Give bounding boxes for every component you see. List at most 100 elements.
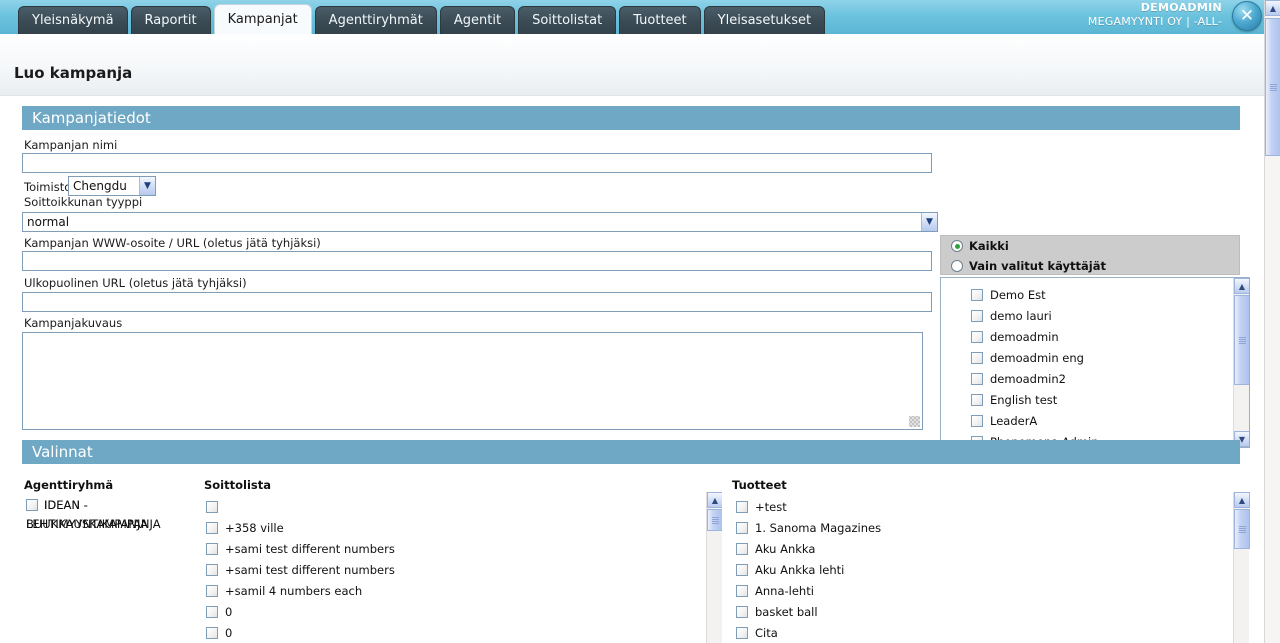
user-item[interactable]: English test [971, 389, 1099, 410]
office-select[interactable]: Chengdu ▼ [68, 176, 156, 196]
checkbox-icon[interactable] [736, 584, 748, 597]
checkbox-icon[interactable] [736, 500, 748, 513]
main-tab-bar: Yleisnäkymä Raportit Kampanjat Agenttiryhmä… [18, 4, 826, 34]
checkbox-icon[interactable] [206, 563, 218, 576]
checkbox-icon[interactable] [736, 542, 748, 555]
checkbox-icon[interactable] [206, 521, 218, 534]
checkbox-icon[interactable] [971, 351, 983, 364]
call-list-checkbox-list[interactable]: +358 ville +sami test different numbers +s… [200, 492, 722, 643]
chevron-down-icon: ▼ [139, 177, 155, 195]
resize-grip-icon[interactable] [909, 416, 920, 427]
tab-yleisasetukset[interactable]: Yleisasetukset [703, 6, 826, 34]
checkbox-icon[interactable] [26, 499, 38, 511]
checkbox-icon[interactable] [971, 414, 983, 427]
radio-all-icon [951, 240, 963, 252]
product-item[interactable]: Cita [736, 622, 881, 643]
user-name: DEMOADMIN [1140, 1, 1222, 14]
products-checkbox-list[interactable]: +test 1. Sanoma Magazines Aku Ankka Aku Ank… [728, 492, 1250, 643]
radio-selected-users-icon [951, 260, 963, 272]
call-list-column-header: Soittolista [204, 478, 272, 492]
checkbox-icon[interactable] [206, 626, 218, 639]
tab-agentit[interactable]: Agentit [439, 6, 516, 34]
user-item[interactable]: demo lauri [971, 305, 1099, 326]
campaign-description-label: Kampanjakuvaus [24, 316, 123, 330]
scrollbar-thumb[interactable] [707, 509, 722, 531]
page-content: Kampanjatiedot Kampanjan nimi Toimisto C… [0, 96, 1262, 643]
campaign-description-textarea[interactable] [22, 332, 923, 430]
user-scope-radio-panel: Kaikki Vain valitut käyttäjät [940, 235, 1240, 275]
checkbox-icon[interactable] [971, 330, 983, 343]
close-icon[interactable]: ✕ [1232, 1, 1262, 31]
campaign-url-input[interactable] [22, 251, 932, 271]
checkbox-icon[interactable] [206, 542, 218, 555]
page-title-band [0, 34, 1280, 96]
page-scrollbar-track[interactable]: ▲ [1265, 0, 1280, 643]
checkbox-icon[interactable] [971, 393, 983, 406]
user-list-scrollbar[interactable]: ▲ ▼ [1233, 278, 1249, 447]
section-header-choices: Valinnat [22, 440, 1240, 464]
tab-raportit[interactable]: Raportit [130, 6, 211, 34]
call-list-item[interactable]: 0 [206, 622, 395, 643]
user-label: demoadmin eng [990, 350, 1084, 365]
checkbox-icon[interactable] [736, 605, 748, 618]
user-info: DEMOADMIN MEGAMYYNTI OY | -ALL- [1088, 1, 1222, 29]
user-item[interactable]: demoadmin eng [971, 347, 1099, 368]
user-item[interactable]: demoadmin2 [971, 368, 1099, 389]
tab-soittolistat[interactable]: Soittolistat [518, 6, 617, 34]
checkbox-icon[interactable] [206, 584, 218, 597]
scrollbar-thumb[interactable] [1234, 509, 1250, 549]
user-list-items: Demo Est demo lauri demoadmin demoadmin eng… [971, 284, 1099, 447]
agent-group-item[interactable]: IDEAN - LEHTIMYYNTIKAMPANJA [26, 496, 176, 534]
call-list-scrollbar[interactable]: ▲ [706, 492, 722, 643]
radio-option-selected-users[interactable]: Vain valitut käyttäjät [941, 256, 1239, 276]
tab-tuotteet[interactable]: Tuotteet [619, 6, 701, 34]
checkbox-icon[interactable] [971, 288, 983, 301]
product-item[interactable]: Aku Ankka lehti [736, 559, 881, 580]
product-item[interactable]: Anna-lehti [736, 580, 881, 601]
checkbox-icon[interactable] [736, 626, 748, 639]
product-item[interactable]: basket ball [736, 601, 881, 622]
product-label: 1. Sanoma Magazines [755, 520, 882, 535]
call-list-item[interactable]: +sami test different numbers [206, 559, 395, 580]
checkbox-icon[interactable] [206, 605, 218, 618]
user-item[interactable]: Demo Est [971, 284, 1099, 305]
checkbox-icon[interactable] [971, 372, 983, 385]
product-label: Cita [755, 625, 778, 640]
checkbox-icon[interactable] [736, 563, 748, 576]
user-item[interactable]: LeaderA [971, 410, 1099, 431]
tab-kampanjat[interactable]: Kampanjat [213, 4, 312, 34]
user-item[interactable]: demoadmin [971, 326, 1099, 347]
call-list-label: 0 [225, 604, 233, 619]
product-label: Anna-lehti [755, 583, 814, 598]
scrollbar-thumb[interactable] [1265, 18, 1280, 156]
product-item[interactable]: Aku Ankka [736, 538, 881, 559]
products-scrollbar[interactable]: ▲ [1233, 492, 1250, 643]
scroll-up-icon[interactable]: ▲ [1265, 0, 1280, 16]
call-list-item[interactable]: +samil 4 numbers each [206, 580, 395, 601]
checkbox-icon[interactable] [736, 521, 748, 534]
tab-yleisn-kym-[interactable]: Yleisnäkymä [18, 6, 128, 34]
product-item[interactable]: +test [736, 496, 881, 517]
scroll-up-icon[interactable]: ▲ [1234, 492, 1250, 508]
user-checkbox-list[interactable]: Demo Est demo lauri demoadmin demoadmin eng… [940, 277, 1250, 448]
campaign-name-input[interactable] [22, 153, 932, 173]
external-url-input[interactable] [22, 292, 932, 312]
radio-option-all[interactable]: Kaikki [941, 236, 1239, 256]
call-list-item[interactable]: 0 [206, 601, 395, 622]
scrollbar-thumb[interactable] [1234, 295, 1249, 385]
call-list-item[interactable]: +sami test different numbers [206, 538, 395, 559]
scroll-up-icon[interactable]: ▲ [1234, 278, 1249, 294]
page-title: Luo kampanja [14, 64, 133, 82]
checkbox-icon[interactable] [206, 500, 218, 513]
tab-agenttiryhm-t[interactable]: Agenttiryhmät [314, 6, 437, 34]
call-list-label: +358 ville [225, 520, 284, 535]
external-url-label: Ulkopuolinen URL (oletus jätä tyhjäksi) [24, 276, 247, 290]
product-item[interactable]: 1. Sanoma Magazines [736, 517, 881, 538]
call-list-item[interactable] [206, 496, 395, 517]
call-window-type-select[interactable]: normal ▼ [22, 212, 938, 232]
office-label: Toimisto [24, 180, 72, 194]
page-scrollbar[interactable]: ▲ [1264, 0, 1280, 643]
checkbox-icon[interactable] [971, 309, 983, 322]
call-list-item[interactable]: +358 ville [206, 517, 395, 538]
scroll-up-icon[interactable]: ▲ [707, 492, 722, 508]
